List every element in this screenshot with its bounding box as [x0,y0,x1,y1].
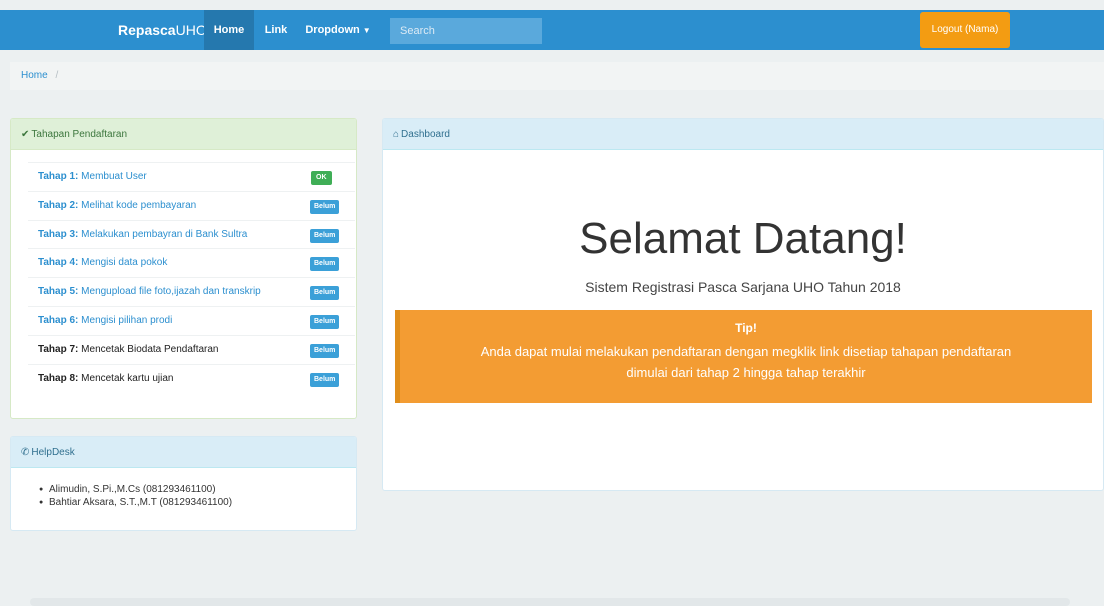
brand-logo[interactable]: RepascaUHO [118,10,207,50]
step-item-4[interactable]: Tahap 4: Mengisi data pokok Belum [28,248,355,277]
status-badge: Belum [310,199,340,214]
tahapan-panel-header: ✔ Tahapan Pendaftaran [11,119,356,150]
tahapan-panel-title: Tahapan Pendaftaran [31,129,128,140]
caret-down-icon: ▼ [362,26,371,35]
step-item-2[interactable]: Tahap 2: Melihat kode pembayaran Belum [28,190,355,220]
top-navbar: RepascaUHO Home Link Dropdown▼ Logout (N… [0,10,1104,50]
breadcrumb-separator: / [55,70,59,81]
step-item-1[interactable]: Tahap 1: Membuat User OK [28,162,355,191]
phone-icon: ✆ [21,447,30,458]
status-badge: Belum [310,314,340,329]
nav-dropdown-label: Dropdown [305,24,360,36]
helpdesk-contacts: Alimudin, S.Pi.,M.Cs (081293461100) Baht… [39,483,232,509]
dashboard-panel: ⌂ Dashboard Tip! Anda dapat mulai melakuk… [382,118,1104,491]
tip-alert: Tip! Anda dapat mulai melakukan pendafta… [395,310,1092,403]
status-badge: Belum [310,343,340,358]
tip-title: Tip! [735,321,757,335]
step-item-5[interactable]: Tahap 5: Mengupload file foto,ijazah dan… [28,277,355,306]
check-icon: ✔ [21,129,30,140]
tip-line-2: dimulai dari tahap 2 hingga tahap terakh… [626,365,866,380]
tip-body: Anda dapat mulai melakukan pendaftaran d… [400,341,1092,383]
tip-line-1: Anda dapat mulai melakukan pendaftaran d… [480,344,1012,359]
nav-dropdown[interactable]: Dropdown ▼ [300,10,376,50]
status-badge: OK [311,171,332,185]
dashboard-panel-title: Dashboard [401,129,450,140]
step-item-3[interactable]: Tahap 3: Melakukan pembayran di Bank Sul… [28,219,355,249]
nav-home[interactable]: Home [204,10,254,50]
home-icon: ⌂ [393,129,400,140]
list-item: Alimudin, S.Pi.,M.Cs (081293461100) [39,483,232,496]
status-badge: Belum [310,228,340,243]
helpdesk-panel: ✆HelpDesk Alimudin, S.Pi.,M.Cs (08129346… [10,436,357,531]
step-item-8: Tahap 8: Mencetak kartu ujian Belum [28,363,355,393]
step-item-6[interactable]: Tahap 6: Mengisi pilihan prodi Belum [28,305,355,335]
welcome-heading: Selamat Datang! [579,214,907,263]
helpdesk-panel-title: HelpDesk [31,447,75,458]
breadcrumb-home[interactable]: Home [21,70,48,81]
search-input[interactable] [390,18,542,44]
helpdesk-panel-header: ✆ HelpDesk [11,437,356,468]
welcome-subtitle: Sistem Registrasi Pasca Sarjana UHO Tahu… [585,279,901,295]
list-item: Bahtiar Aksara, S.T.,M.T (081293461100) [39,496,232,509]
logout-button[interactable]: Logout (Nama) [920,12,1010,48]
footer-shadow [30,598,1070,606]
step-item-7: Tahap 7: Mencetak Biodata Pendaftaran Bel… [28,334,355,364]
dashboard-panel-header: ⌂ Dashboard [383,119,1103,150]
steps-list: Tahap 1: Membuat User OK Tahap 2: Melihat… [28,162,355,392]
breadcrumb: Home / [10,62,1104,90]
status-badge: Belum [310,257,340,272]
status-badge: Belum [310,286,340,301]
status-badge: Belum [310,372,340,387]
nav-link[interactable]: Link [258,10,294,50]
